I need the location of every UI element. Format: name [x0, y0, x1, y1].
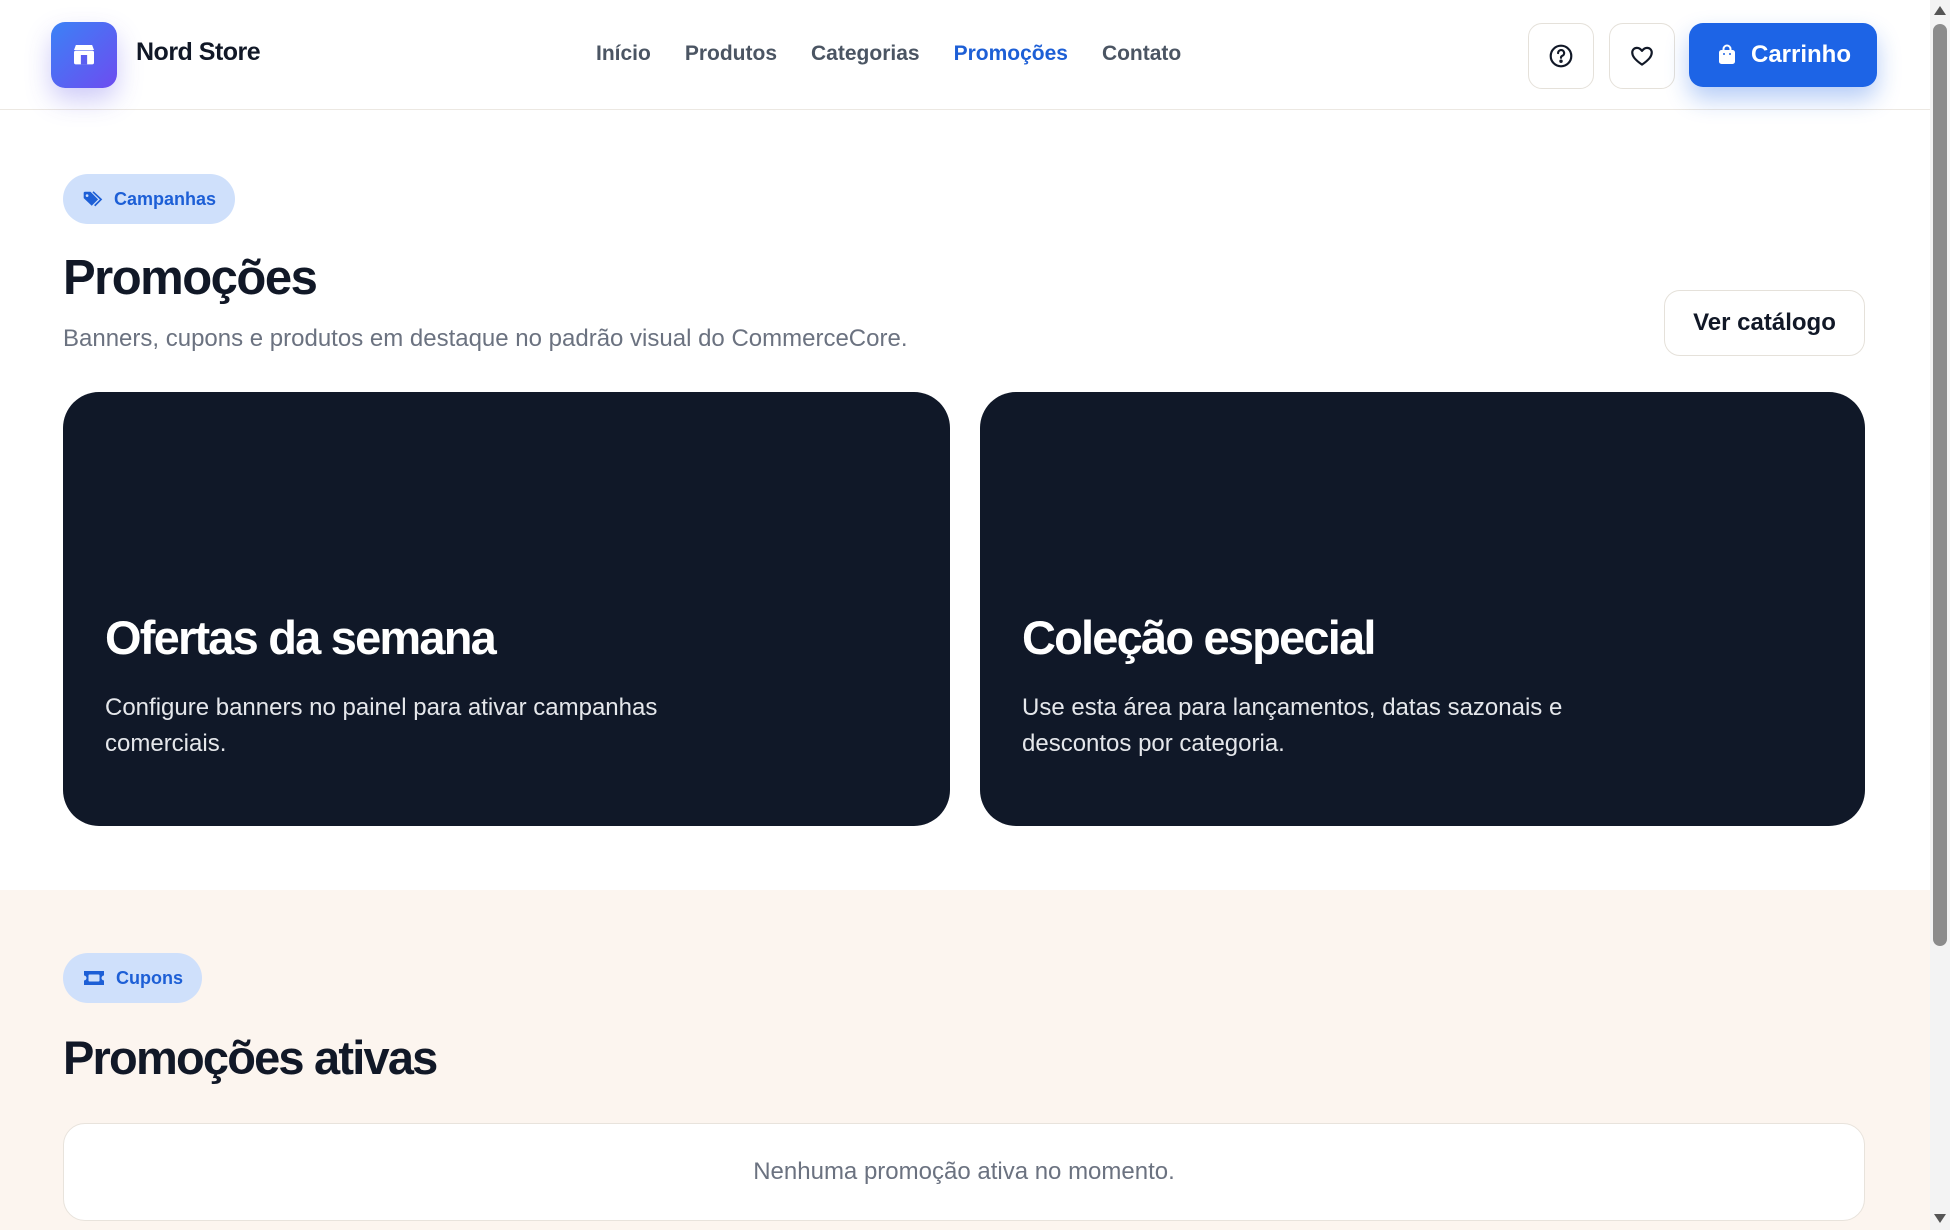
page-title: Promoções	[63, 251, 318, 305]
store-icon	[74, 45, 94, 65]
coupons-badge: Cupons	[63, 953, 202, 1003]
help-button[interactable]	[1528, 23, 1594, 89]
empty-state-message: Nenhuma promoção ativa no momento.	[753, 1158, 1175, 1185]
empty-state: Nenhuma promoção ativa no momento.	[63, 1123, 1865, 1221]
banner-card[interactable]: Ofertas da semana Configure banners no p…	[63, 392, 950, 826]
shopping-bag-icon	[1718, 44, 1735, 64]
cart-label: Carrinho	[1750, 41, 1851, 68]
heart-icon	[1631, 46, 1653, 66]
coupons-badge-label: Cupons	[116, 967, 183, 988]
page-scrollbar[interactable]	[1930, 0, 1950, 1230]
banner-title: Ofertas da semana	[105, 611, 497, 664]
section-title: Promoções ativas	[63, 1031, 438, 1084]
nav-item-inicio[interactable]: Início	[596, 42, 651, 66]
tags-icon	[83, 191, 103, 207]
banner-card[interactable]: Coleção especial Use esta área para lanç…	[980, 392, 1865, 826]
banner-text: Use esta área para lançamentos, datas sa…	[1022, 694, 1563, 757]
logo[interactable]	[51, 22, 117, 88]
main-nav: Início Produtos Categorias Promoções Con…	[596, 42, 1215, 66]
nav-item-produtos[interactable]: Produtos	[685, 42, 777, 66]
nav-item-contato[interactable]: Contato	[1102, 42, 1181, 66]
brand-name[interactable]: Nord Store	[136, 38, 261, 67]
wishlist-button[interactable]	[1609, 23, 1675, 89]
page-subtitle: Banners, cupons e produtos em destaque n…	[63, 325, 908, 352]
site-header: Nord Store Início Produtos Categorias Pr…	[0, 0, 1930, 110]
nav-item-promocoes[interactable]: Promoções	[954, 42, 1068, 66]
scroll-up-arrow-icon[interactable]	[1934, 6, 1946, 15]
campaigns-badge-label: Campanhas	[114, 188, 217, 209]
ticket-icon	[84, 971, 104, 985]
banner-title: Coleção especial	[1022, 611, 1376, 664]
scroll-down-arrow-icon[interactable]	[1934, 1214, 1946, 1223]
campaigns-badge: Campanhas	[63, 174, 236, 224]
banner-text: Configure banners no painel para ativar …	[105, 694, 658, 757]
scroll-thumb[interactable]	[1933, 24, 1947, 946]
help-circle-icon	[1549, 44, 1573, 68]
cart-button[interactable]: Carrinho	[1689, 23, 1877, 87]
nav-item-categorias[interactable]: Categorias	[811, 42, 920, 66]
view-catalog-button[interactable]: Ver catálogo	[1664, 290, 1865, 356]
